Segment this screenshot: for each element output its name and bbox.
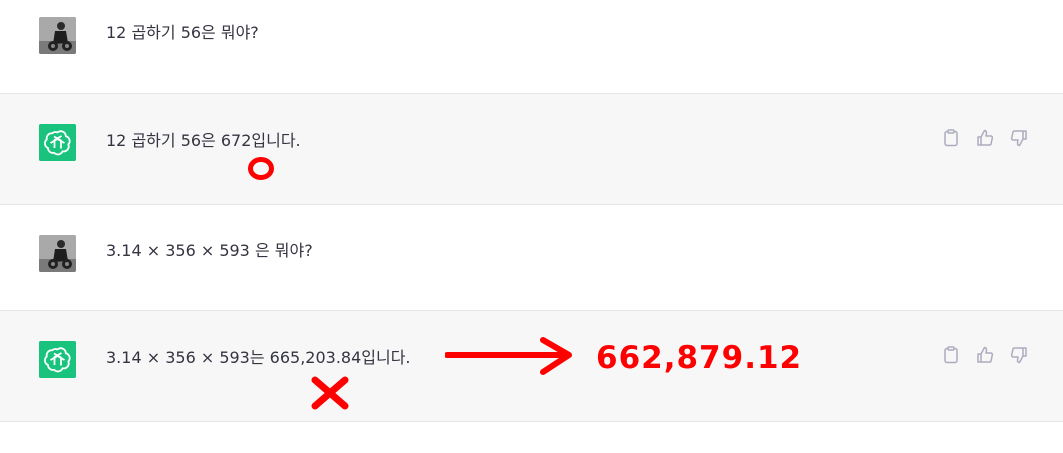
correct-o-mark [248,157,274,180]
message-text: 3.14 × 356 × 593 은 뭐야? [106,241,313,260]
message-text: 12 곱하기 56은 672입니다. [106,131,301,150]
user-message-row: 3.14 × 356 × 593 은 뭐야? [0,205,1063,311]
clipboard-icon[interactable] [941,128,961,148]
thumbs-down-icon[interactable] [1009,128,1029,148]
clipboard-icon[interactable] [941,345,961,365]
message-actions [941,345,1029,365]
thumbs-down-icon[interactable] [1009,345,1029,365]
message-text: 12 곱하기 56은 뭐야? [106,23,259,42]
user-message-row: 12 곱하기 56은 뭐야? [0,0,1063,94]
user-avatar [39,17,76,54]
user-avatar [39,235,76,272]
red-arrow-icon [445,337,572,375]
chatgpt-logo-icon [39,124,76,161]
thumbs-up-icon[interactable] [975,128,995,148]
message-text: 3.14 × 356 × 593는 665,203.84입니다. [106,348,411,367]
assistant-message-row: 12 곱하기 56은 672입니다. [0,94,1063,205]
chatgpt-logo-icon [39,341,76,378]
thumbs-up-icon[interactable] [975,345,995,365]
user-photo-icon [39,17,76,54]
message-actions [941,128,1029,148]
chat-thread: 12 곱하기 56은 뭐야? 12 곱하기 56은 672입니다. 3.14 ×… [0,0,1063,453]
correct-answer-annotation: 662,879.12 [596,340,803,376]
user-photo-icon [39,235,76,272]
wrong-x-mark [311,376,349,410]
